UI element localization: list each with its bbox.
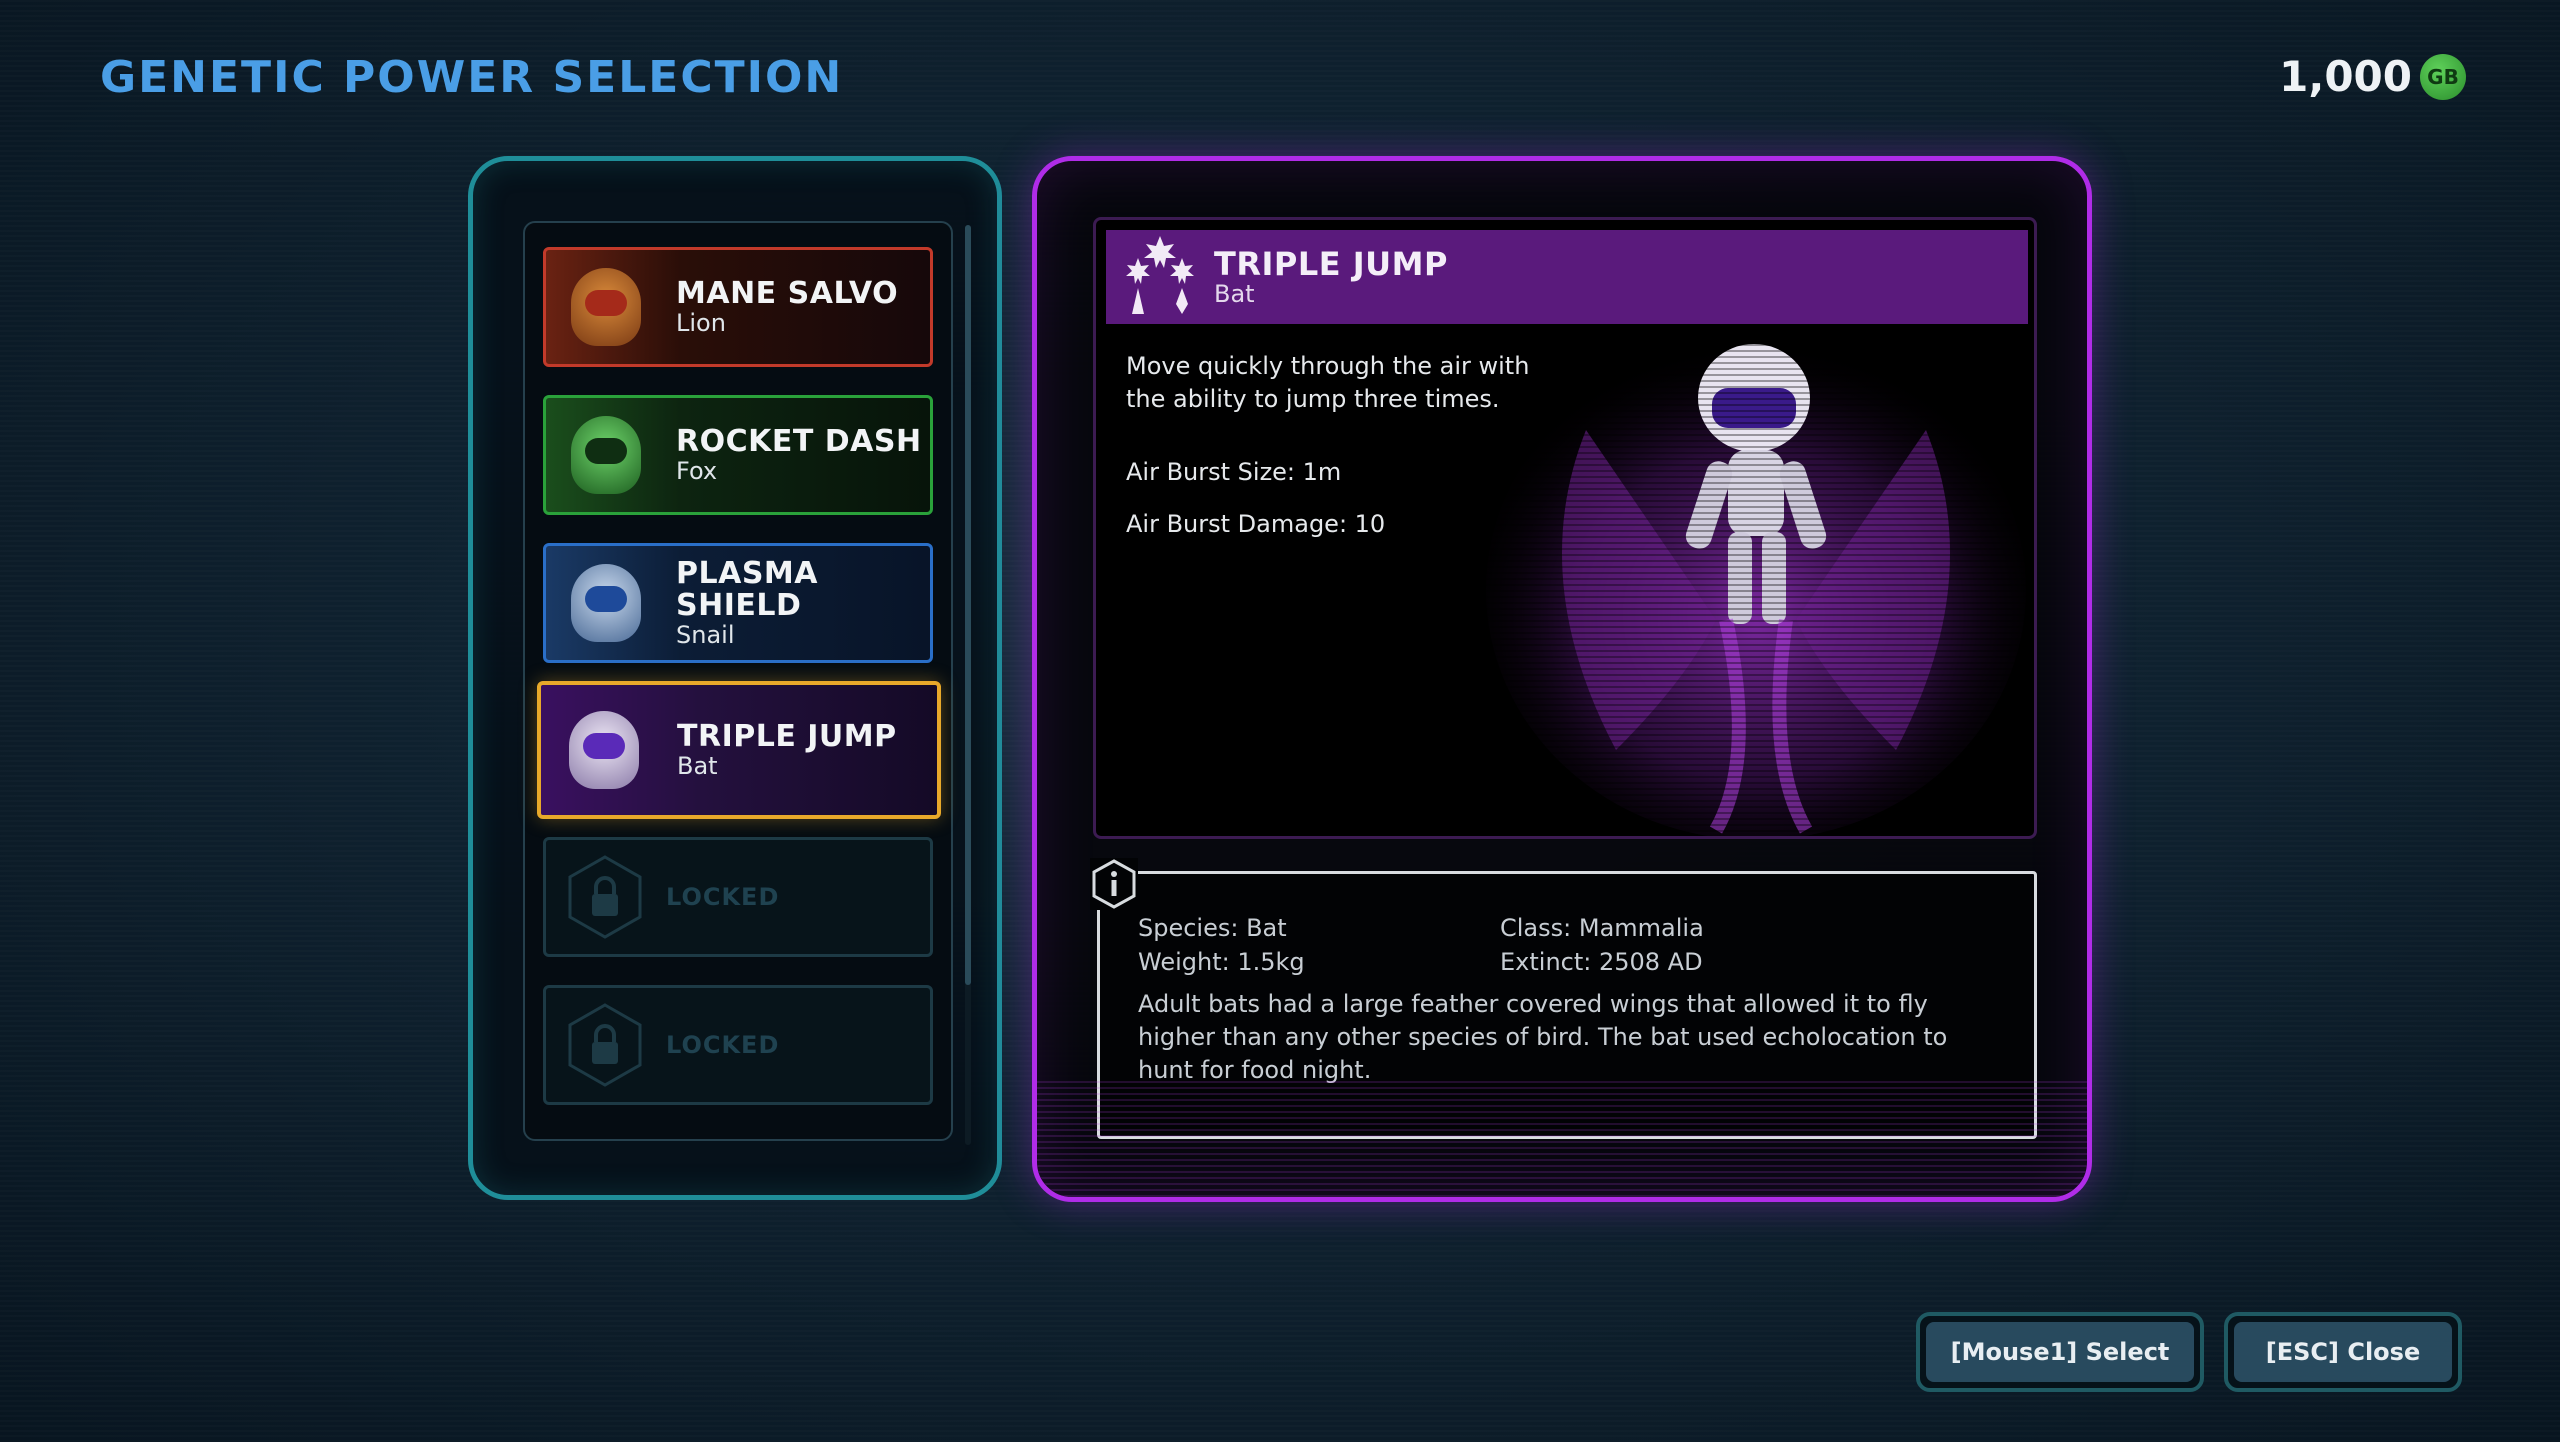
close-button[interactable]: [ESC] Close xyxy=(2224,1312,2462,1392)
stat-air-burst-damage: Air Burst Damage: 10 xyxy=(1126,510,1386,538)
power-detail-panel: TRIPLE JUMP Bat Move quickly through the… xyxy=(1032,156,2092,1202)
power-list-panel: MANE SALVO Lion ROCKET DASH Fox PLASMA S… xyxy=(468,156,1002,1200)
locked-label: LOCKED xyxy=(666,883,780,911)
info-species: Species: Bat xyxy=(1138,914,1287,942)
species-info-box: Species: Bat Class: Mammalia Weight: 1.5… xyxy=(1090,858,2037,1139)
power-species: Snail xyxy=(676,621,735,649)
info-class: Class: Mammalia xyxy=(1500,914,1704,942)
snail-portrait-icon xyxy=(546,546,666,660)
triple-jump-icon xyxy=(1120,232,1200,322)
power-name: ROCKET DASH xyxy=(676,424,922,459)
power-species: Fox xyxy=(676,457,718,485)
list-scroll-thumb[interactable] xyxy=(965,225,971,985)
power-card-locked[interactable]: LOCKED xyxy=(543,837,933,957)
power-name: TRIPLE JUMP xyxy=(677,719,897,754)
info-icon xyxy=(1090,858,1138,910)
species-description: Adult bats had a large feather covered w… xyxy=(1138,990,1948,1084)
power-species: Lion xyxy=(676,309,726,337)
currency-display: 1,000 GB xyxy=(2279,52,2466,101)
detail-power-species: Bat xyxy=(1214,280,1255,308)
select-button[interactable]: [Mouse1] Select xyxy=(1916,1312,2204,1392)
power-card-mane-salvo[interactable]: MANE SALVO Lion xyxy=(543,247,933,367)
lock-icon xyxy=(566,854,644,940)
gb-currency-icon: GB xyxy=(2420,53,2466,100)
detail-power-name: TRIPLE JUMP xyxy=(1214,245,1448,283)
lock-icon xyxy=(566,1002,644,1088)
currency-amount: 1,000 xyxy=(2279,52,2412,101)
power-preview: TRIPLE JUMP Bat Move quickly through the… xyxy=(1093,217,2037,839)
info-extinct: Extinct: 2508 AD xyxy=(1500,948,1703,976)
close-button-label: [ESC] Close xyxy=(2234,1322,2452,1382)
list-scrollbar[interactable] xyxy=(965,225,971,1145)
power-card-rocket-dash[interactable]: ROCKET DASH Fox xyxy=(543,395,933,515)
stat-air-burst-size: Air Burst Size: 1m xyxy=(1126,458,1342,486)
power-header: TRIPLE JUMP Bat xyxy=(1106,230,2028,324)
power-name: MANE SALVO xyxy=(676,276,899,311)
power-card-locked[interactable]: LOCKED xyxy=(543,985,933,1105)
info-weight: Weight: 1.5kg xyxy=(1138,948,1305,976)
fox-portrait-icon xyxy=(546,398,666,512)
lion-portrait-icon xyxy=(546,250,666,364)
bat-portrait-icon xyxy=(541,685,667,815)
page-title: GENETIC POWER SELECTION xyxy=(100,52,844,103)
background-text xyxy=(540,1262,548,1292)
power-name: PLASMA SHIELD xyxy=(676,556,818,623)
power-card-plasma-shield[interactable]: PLASMA SHIELD Snail xyxy=(543,543,933,663)
select-button-label: [Mouse1] Select xyxy=(1926,1322,2194,1382)
locked-label: LOCKED xyxy=(666,1031,780,1059)
power-description: Move quickly through the air with the ab… xyxy=(1126,352,1530,413)
power-card-triple-jump[interactable]: TRIPLE JUMP Bat xyxy=(537,681,941,819)
power-species: Bat xyxy=(677,752,718,780)
